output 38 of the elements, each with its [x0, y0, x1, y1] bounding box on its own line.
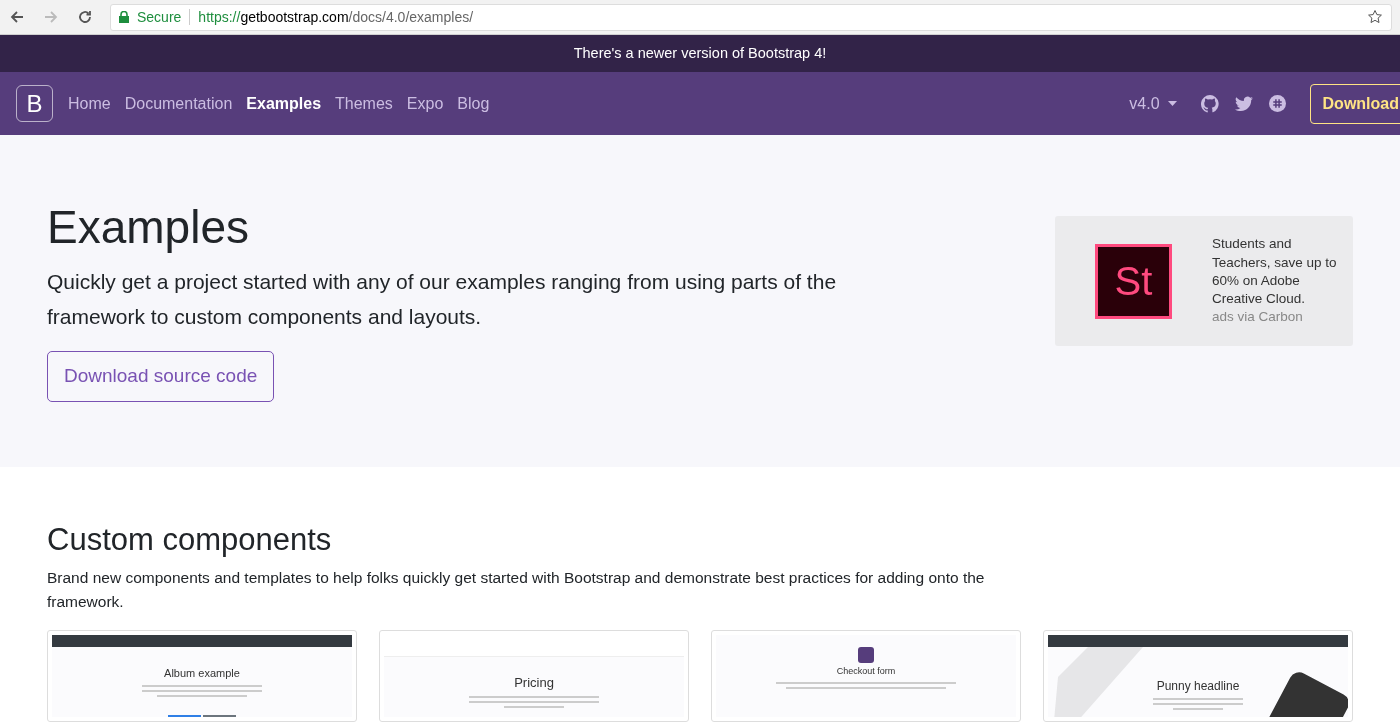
thumbnail-headline: Album example [163, 666, 241, 682]
nav-link[interactable]: Documentation [117, 91, 240, 116]
text-line [1173, 708, 1223, 711]
url-text: https://getbootstrap.com/docs/4.0/examples/ [198, 7, 474, 27]
lock-icon [119, 11, 129, 23]
brand-logo[interactable]: B [16, 85, 53, 122]
banner-text[interactable]: There's a newer version of Bootstrap 4! [573, 42, 827, 65]
thumbnail-headline: Punny headline [1155, 678, 1241, 696]
nav-link[interactable]: Themes [328, 91, 400, 116]
nav-link[interactable]: Expo [399, 91, 451, 116]
caret-icon [1167, 101, 1177, 106]
address-bar[interactable]: Secure https://getbootstrap.com/docs/4.0/examples/ [110, 3, 1392, 31]
secure-label: Secure [137, 7, 182, 27]
example-thumbnail[interactable]: Pricing [379, 630, 689, 722]
text-line [504, 705, 564, 708]
download-button[interactable]: Download [1309, 83, 1400, 124]
download-source-button[interactable]: Download source code [47, 351, 275, 402]
bird-icon[interactable] [1234, 95, 1253, 112]
example-thumbnail[interactable]: Checkout form [711, 630, 1021, 722]
ad-text[interactable]: Students and Teachers, save up to 60% on Adobe Creative Cloud. [1212, 235, 1337, 309]
nav-link[interactable]: Home [61, 91, 118, 116]
github-icon[interactable] [1200, 94, 1219, 113]
version-dropdown[interactable]: v4.0 [1129, 91, 1177, 116]
section-description: Brand new components and templates to help folks quickly get started with Bootstrap and demonstrate best practices for adding onto the framework. [47, 568, 986, 613]
logo-icon [858, 647, 874, 664]
example-thumbnail[interactable]: Album example [47, 630, 357, 722]
example-thumbnail[interactable]: Punny headline [1043, 630, 1353, 722]
lead-text: Quickly get a project started with any of our examples ranging from using parts of the framework to custom components and layouts. [47, 268, 838, 331]
nav-link[interactable]: Examples [239, 91, 329, 116]
ad-logo[interactable]: St [1095, 243, 1172, 319]
hash-icon[interactable] [1268, 95, 1286, 112]
section-title: Custom components [47, 521, 333, 559]
reload-icon[interactable] [76, 8, 94, 26]
thumbnail-headline: Checkout form [835, 665, 897, 679]
nav-link[interactable]: Blog [450, 91, 497, 116]
page-title: Examples [47, 200, 250, 256]
thumbnail-headline: Pricing [513, 674, 555, 693]
star-icon[interactable] [1367, 9, 1383, 25]
